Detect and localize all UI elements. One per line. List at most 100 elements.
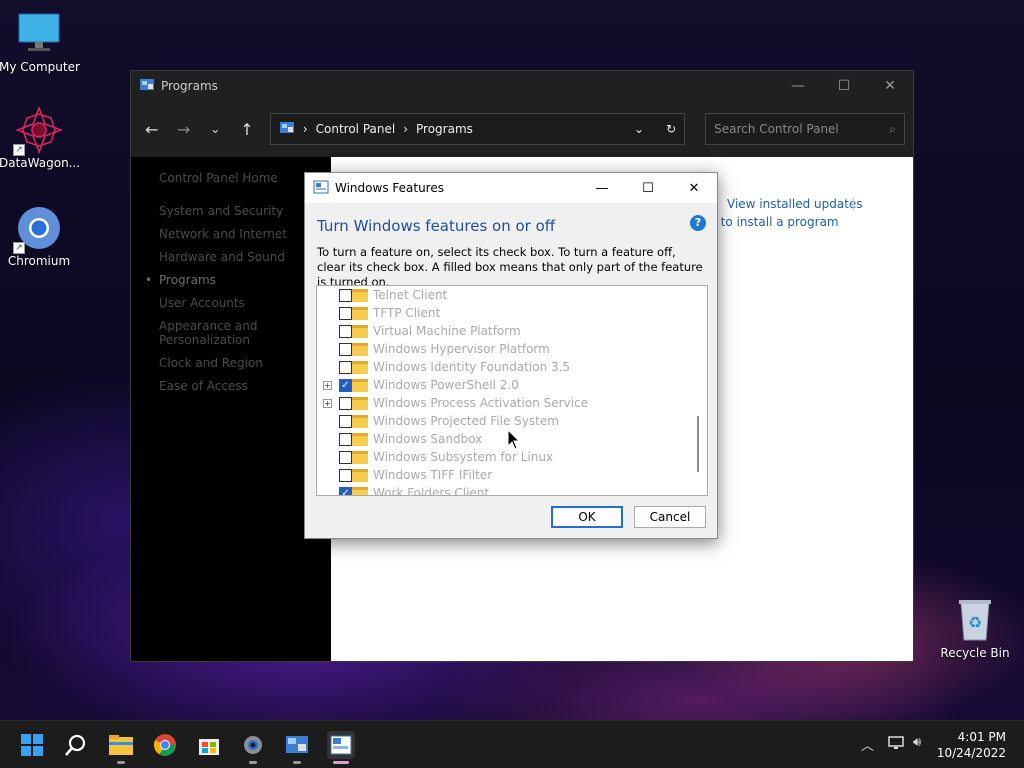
folder-icon xyxy=(352,486,368,495)
taskbar-chrome[interactable] xyxy=(151,731,179,759)
desktop-icon-recycle-bin[interactable]: ♻ Recycle Bin xyxy=(935,596,1015,660)
feature-checkbox[interactable]: ✓ xyxy=(339,486,352,495)
system-clock[interactable]: 4:01 PM 10/24/2022 xyxy=(937,729,1006,761)
close-button[interactable]: ✕ xyxy=(671,173,717,203)
control-panel-icon xyxy=(286,736,308,753)
address-bar[interactable]: › Control Panel › Programs ⌄ ↻ xyxy=(269,113,686,145)
feature-row[interactable]: Windows TIFF IFilter xyxy=(317,466,697,484)
feature-row[interactable]: Windows Hypervisor Platform xyxy=(317,340,697,358)
folder-icon xyxy=(352,306,368,320)
breadcrumb-separator-icon: › xyxy=(403,122,409,136)
breadcrumb-programs[interactable]: Programs xyxy=(416,122,473,136)
feature-checkbox[interactable] xyxy=(339,360,352,374)
feature-row[interactable]: Windows Projected File System xyxy=(317,412,697,430)
breadcrumb-control-panel[interactable]: Control Panel xyxy=(316,122,396,136)
start-button[interactable] xyxy=(18,731,46,759)
forward-arrow-icon[interactable]: → xyxy=(171,116,197,142)
folder-icon xyxy=(352,396,368,410)
cancel-button[interactable]: Cancel xyxy=(634,506,706,528)
ok-button[interactable]: OK xyxy=(551,506,623,528)
folder-icon xyxy=(352,378,368,392)
recycle-bin-icon: ♻ xyxy=(951,596,999,644)
feature-row[interactable]: + ✓ Windows PowerShell 2.0 xyxy=(317,376,697,394)
taskbar-windows-features[interactable] xyxy=(327,731,355,764)
feature-row[interactable]: Windows Identity Foundation 3.5 xyxy=(317,358,697,376)
windows-logo-icon xyxy=(21,734,43,756)
taskbar-control-panel[interactable] xyxy=(283,731,311,764)
show-hidden-icons-chevron-icon[interactable]: ︿ xyxy=(861,735,874,754)
shortcut-arrow-icon: ↗ xyxy=(13,144,25,156)
up-arrow-icon[interactable]: ↑ xyxy=(234,116,260,142)
recent-locations-chevron-icon[interactable]: ⌄ xyxy=(202,116,228,142)
search-button[interactable] xyxy=(62,731,90,759)
features-tree-list[interactable]: Telnet Client TFTP Client Virtual Machine … xyxy=(316,285,708,496)
monitor-icon xyxy=(15,10,63,58)
expand-icon[interactable]: + xyxy=(323,380,332,390)
folder-icon xyxy=(352,288,368,302)
feature-name: TFTP Client xyxy=(373,306,441,320)
minimize-button[interactable]: — xyxy=(579,173,625,203)
search-icon xyxy=(65,734,86,756)
maximize-button[interactable]: ☐ xyxy=(821,71,867,101)
refresh-icon[interactable]: ↻ xyxy=(666,122,676,136)
feature-row[interactable]: + Windows Process Activation Service xyxy=(317,394,697,412)
control-panel-icon xyxy=(279,120,295,139)
taskbar-settings[interactable] xyxy=(239,731,267,764)
desktop-icon-datawagon[interactable]: ↗ DataWagon... xyxy=(0,105,80,170)
back-arrow-icon[interactable]: ← xyxy=(139,116,165,142)
sidebar-item-appearance-and-personalization[interactable]: Appearance and Personalization xyxy=(159,319,259,347)
volume-icon[interactable]: 🔊︎ xyxy=(913,735,921,750)
breadcrumb-separator-icon: › xyxy=(302,122,308,136)
search-placeholder: Search Control Panel xyxy=(714,122,839,136)
desktop-icon-chromium[interactable]: ↗ Chromium xyxy=(0,204,79,268)
feature-checkbox[interactable] xyxy=(339,468,352,482)
view-installed-updates-link[interactable]: View installed updates xyxy=(727,197,863,211)
feature-row[interactable]: Virtual Machine Platform xyxy=(317,322,697,340)
network-icon[interactable] xyxy=(888,735,906,755)
feature-name: Windows Subsystem for Linux xyxy=(373,450,554,464)
scrollbar-thumb[interactable] xyxy=(697,416,699,472)
dialog-titlebar[interactable]: Windows Features — ☐ ✕ xyxy=(305,173,717,203)
close-button[interactable]: ✕ xyxy=(867,71,913,101)
search-control-panel-input[interactable]: Search Control Panel ⌕ xyxy=(705,113,906,145)
feature-checkbox[interactable]: ✓ xyxy=(339,378,352,392)
folder-icon xyxy=(352,432,368,446)
maximize-button[interactable]: ☐ xyxy=(625,173,671,203)
help-icon[interactable]: ? xyxy=(690,215,706,231)
address-dropdown-chevron-icon[interactable]: ⌄ xyxy=(634,122,644,136)
feature-name: Work Folders Client xyxy=(373,486,490,496)
feature-row[interactable]: Telnet Client xyxy=(317,286,697,304)
svg-text:♻: ♻ xyxy=(968,613,982,632)
feature-checkbox[interactable] xyxy=(339,288,352,302)
feature-checkbox[interactable] xyxy=(339,324,352,338)
search-icon[interactable]: ⌕ xyxy=(889,122,896,137)
taskbar-microsoft-store[interactable] xyxy=(195,731,223,759)
folder-icon xyxy=(352,468,368,482)
desktop-icon-my-computer[interactable]: My Computer xyxy=(0,10,80,74)
folder-icon xyxy=(352,360,368,374)
feature-name: Windows Hypervisor Platform xyxy=(373,342,550,356)
desktop: My Computer ↗ DataWagon... ↗ Chromium ♻ … xyxy=(0,0,1024,720)
minimize-button[interactable]: — xyxy=(775,71,821,101)
dialog-description: To turn a feature on, select its check b… xyxy=(317,245,703,289)
feature-checkbox[interactable] xyxy=(339,396,352,410)
folder-icon xyxy=(352,324,368,338)
how-to-install-program-link[interactable]: w to install a program xyxy=(707,215,839,229)
feature-checkbox[interactable] xyxy=(339,450,352,464)
windows-features-icon xyxy=(330,735,352,755)
expand-icon[interactable]: + xyxy=(323,398,332,408)
feature-checkbox[interactable] xyxy=(339,414,352,428)
chromium-icon: ↗ xyxy=(13,204,63,254)
feature-row[interactable]: TFTP Client xyxy=(317,304,697,322)
desktop-icon-label: Chromium xyxy=(7,254,71,268)
window-titlebar[interactable]: Programs — ☐ ✕ xyxy=(131,71,913,101)
feature-checkbox[interactable] xyxy=(339,306,352,320)
feature-checkbox[interactable] xyxy=(339,342,352,356)
taskbar: ︿ 🔊︎ 4:01 PM 10/24/2022 xyxy=(0,720,1024,768)
feature-checkbox[interactable] xyxy=(339,432,352,446)
navigation-bar: ← → ⌄ ↑ › Control Panel › Programs ⌄ ↻ S… xyxy=(131,101,913,157)
taskbar-file-explorer[interactable] xyxy=(107,731,135,764)
control-panel-sidebar: Control Panel Home System and Security N… xyxy=(131,157,331,661)
feature-row[interactable]: ✓ Work Folders Client xyxy=(317,484,697,496)
chrome-icon xyxy=(153,734,176,756)
